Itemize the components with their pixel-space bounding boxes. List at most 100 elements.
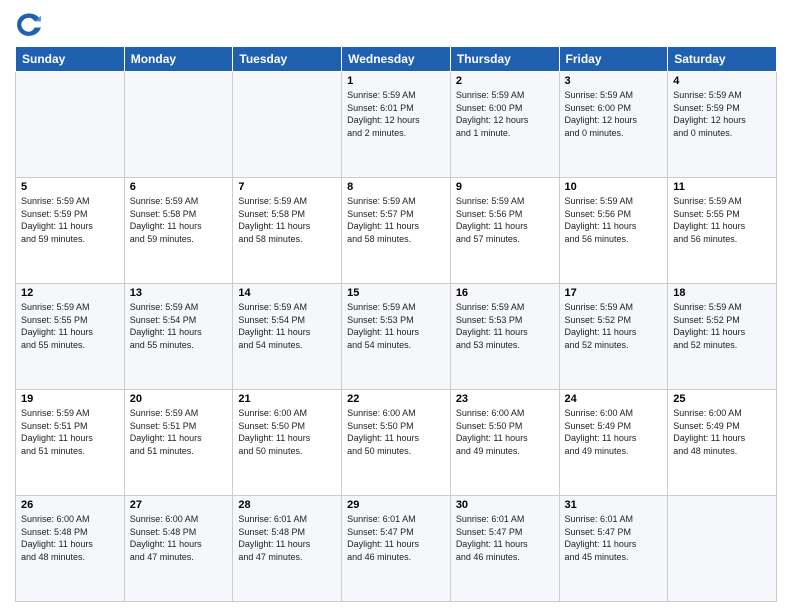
day-content: Sunrise: 6:00 AM Sunset: 5:50 PM Dayligh… (238, 407, 336, 457)
day-number: 15 (347, 287, 445, 299)
day-cell (16, 72, 125, 178)
weekday-header-friday: Friday (559, 47, 668, 72)
day-number: 7 (238, 181, 336, 193)
day-cell: 7 Sunrise: 5:59 AM Sunset: 5:58 PM Daylig… (233, 178, 342, 284)
day-number: 21 (238, 393, 336, 405)
day-number: 16 (456, 287, 554, 299)
day-number: 2 (456, 75, 554, 87)
day-cell: 31 Sunrise: 6:01 AM Sunset: 5:47 PM Dayli… (559, 496, 668, 602)
weekday-header-wednesday: Wednesday (342, 47, 451, 72)
day-number: 22 (347, 393, 445, 405)
day-number: 28 (238, 499, 336, 511)
day-content: Sunrise: 5:59 AM Sunset: 6:00 PM Dayligh… (565, 89, 663, 139)
calendar-table: SundayMondayTuesdayWednesdayThursdayFrid… (15, 46, 777, 602)
day-cell: 25 Sunrise: 6:00 AM Sunset: 5:49 PM Dayli… (668, 390, 777, 496)
day-number: 6 (130, 181, 228, 193)
day-cell: 6Sunrise: 5:59 AM Sunset: 5:58 PM Daylig… (124, 178, 233, 284)
day-content: Sunrise: 5:59 AM Sunset: 5:56 PM Dayligh… (565, 195, 663, 245)
weekday-header-thursday: Thursday (450, 47, 559, 72)
day-cell: 9 Sunrise: 5:59 AM Sunset: 5:56 PM Daylig… (450, 178, 559, 284)
day-number: 4 (673, 75, 771, 87)
logo-icon (15, 10, 43, 38)
weekday-header-row: SundayMondayTuesdayWednesdayThursdayFrid… (16, 47, 777, 72)
week-row-5: 26Sunrise: 6:00 AM Sunset: 5:48 PM Dayli… (16, 496, 777, 602)
day-content: Sunrise: 5:59 AM Sunset: 5:55 PM Dayligh… (673, 195, 771, 245)
day-content: Sunrise: 5:59 AM Sunset: 5:57 PM Dayligh… (347, 195, 445, 245)
day-cell: 4 Sunrise: 5:59 AM Sunset: 5:59 PM Daylig… (668, 72, 777, 178)
day-cell: 30 Sunrise: 6:01 AM Sunset: 5:47 PM Dayli… (450, 496, 559, 602)
day-cell: 2 Sunrise: 5:59 AM Sunset: 6:00 PM Daylig… (450, 72, 559, 178)
weekday-header-sunday: Sunday (16, 47, 125, 72)
day-number: 5 (21, 181, 119, 193)
day-content: Sunrise: 5:59 AM Sunset: 5:54 PM Dayligh… (130, 301, 228, 351)
day-content: Sunrise: 5:59 AM Sunset: 5:55 PM Dayligh… (21, 301, 119, 351)
day-cell: 11 Sunrise: 5:59 AM Sunset: 5:55 PM Dayli… (668, 178, 777, 284)
week-row-3: 12Sunrise: 5:59 AM Sunset: 5:55 PM Dayli… (16, 284, 777, 390)
day-number: 23 (456, 393, 554, 405)
day-number: 8 (347, 181, 445, 193)
day-content: Sunrise: 5:59 AM Sunset: 5:52 PM Dayligh… (673, 301, 771, 351)
day-content: Sunrise: 5:59 AM Sunset: 5:56 PM Dayligh… (456, 195, 554, 245)
day-content: Sunrise: 6:01 AM Sunset: 5:47 PM Dayligh… (456, 513, 554, 563)
day-number: 11 (673, 181, 771, 193)
day-cell: 17Sunrise: 5:59 AM Sunset: 5:52 PM Dayli… (559, 284, 668, 390)
page: SundayMondayTuesdayWednesdayThursdayFrid… (0, 0, 792, 612)
day-content: Sunrise: 6:01 AM Sunset: 5:47 PM Dayligh… (347, 513, 445, 563)
week-row-1: 1 Sunrise: 5:59 AM Sunset: 6:01 PM Daylig… (16, 72, 777, 178)
day-cell: 29 Sunrise: 6:01 AM Sunset: 5:47 PM Dayli… (342, 496, 451, 602)
day-content: Sunrise: 5:59 AM Sunset: 5:58 PM Dayligh… (238, 195, 336, 245)
day-number: 26 (21, 499, 119, 511)
day-cell: 23 Sunrise: 6:00 AM Sunset: 5:50 PM Dayli… (450, 390, 559, 496)
day-cell: 28 Sunrise: 6:01 AM Sunset: 5:48 PM Dayli… (233, 496, 342, 602)
day-number: 13 (130, 287, 228, 299)
day-number: 29 (347, 499, 445, 511)
day-content: Sunrise: 5:59 AM Sunset: 6:00 PM Dayligh… (456, 89, 554, 139)
day-number: 20 (130, 393, 228, 405)
day-cell: 12Sunrise: 5:59 AM Sunset: 5:55 PM Dayli… (16, 284, 125, 390)
day-number: 30 (456, 499, 554, 511)
day-cell: 3 Sunrise: 5:59 AM Sunset: 6:00 PM Daylig… (559, 72, 668, 178)
day-content: Sunrise: 6:00 AM Sunset: 5:50 PM Dayligh… (456, 407, 554, 457)
day-number: 17 (565, 287, 663, 299)
day-cell: 16 Sunrise: 5:59 AM Sunset: 5:53 PM Dayli… (450, 284, 559, 390)
day-content: Sunrise: 6:01 AM Sunset: 5:48 PM Dayligh… (238, 513, 336, 563)
day-cell (124, 72, 233, 178)
day-number: 25 (673, 393, 771, 405)
day-cell (668, 496, 777, 602)
day-cell: 5 Sunrise: 5:59 AM Sunset: 5:59 PM Daylig… (16, 178, 125, 284)
day-content: Sunrise: 5:59 AM Sunset: 5:53 PM Dayligh… (347, 301, 445, 351)
day-content: Sunrise: 5:59 AM Sunset: 6:01 PM Dayligh… (347, 89, 445, 139)
day-cell: 26Sunrise: 6:00 AM Sunset: 5:48 PM Dayli… (16, 496, 125, 602)
header (15, 10, 777, 38)
day-content: Sunrise: 5:59 AM Sunset: 5:59 PM Dayligh… (21, 195, 119, 245)
day-number: 19 (21, 393, 119, 405)
day-content: Sunrise: 5:59 AM Sunset: 5:59 PM Dayligh… (673, 89, 771, 139)
day-content: Sunrise: 6:00 AM Sunset: 5:49 PM Dayligh… (565, 407, 663, 457)
weekday-header-saturday: Saturday (668, 47, 777, 72)
week-row-4: 19 Sunrise: 5:59 AM Sunset: 5:51 PM Dayli… (16, 390, 777, 496)
day-number: 9 (456, 181, 554, 193)
day-cell: 20 Sunrise: 5:59 AM Sunset: 5:51 PM Dayli… (124, 390, 233, 496)
day-cell (233, 72, 342, 178)
day-content: Sunrise: 5:59 AM Sunset: 5:51 PM Dayligh… (130, 407, 228, 457)
day-number: 3 (565, 75, 663, 87)
day-content: Sunrise: 6:00 AM Sunset: 5:50 PM Dayligh… (347, 407, 445, 457)
weekday-header-monday: Monday (124, 47, 233, 72)
day-number: 31 (565, 499, 663, 511)
day-number: 18 (673, 287, 771, 299)
day-content: Sunrise: 5:59 AM Sunset: 5:54 PM Dayligh… (238, 301, 336, 351)
day-content: Sunrise: 5:59 AM Sunset: 5:53 PM Dayligh… (456, 301, 554, 351)
week-row-2: 5 Sunrise: 5:59 AM Sunset: 5:59 PM Daylig… (16, 178, 777, 284)
day-cell: 15 Sunrise: 5:59 AM Sunset: 5:53 PM Dayli… (342, 284, 451, 390)
day-content: Sunrise: 5:59 AM Sunset: 5:51 PM Dayligh… (21, 407, 119, 457)
day-cell: 13 Sunrise: 5:59 AM Sunset: 5:54 PM Dayli… (124, 284, 233, 390)
weekday-header-tuesday: Tuesday (233, 47, 342, 72)
day-number: 14 (238, 287, 336, 299)
day-content: Sunrise: 6:00 AM Sunset: 5:49 PM Dayligh… (673, 407, 771, 457)
day-content: Sunrise: 6:01 AM Sunset: 5:47 PM Dayligh… (565, 513, 663, 563)
day-number: 10 (565, 181, 663, 193)
logo (15, 10, 47, 38)
day-cell: 22 Sunrise: 6:00 AM Sunset: 5:50 PM Dayli… (342, 390, 451, 496)
day-cell: 18 Sunrise: 5:59 AM Sunset: 5:52 PM Dayli… (668, 284, 777, 390)
day-number: 1 (347, 75, 445, 87)
